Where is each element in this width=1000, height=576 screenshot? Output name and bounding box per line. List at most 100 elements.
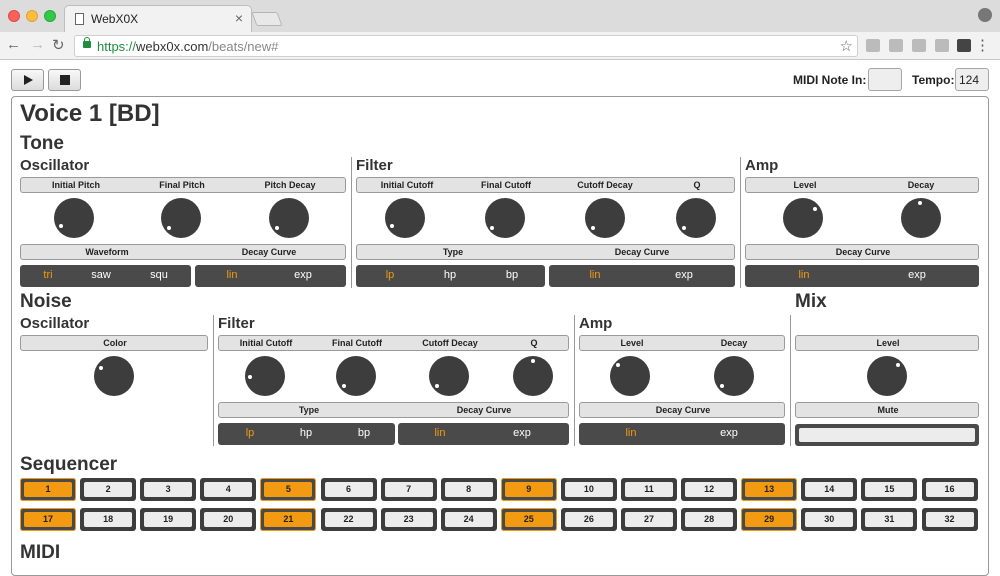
step-button[interactable]: 9 xyxy=(500,478,557,501)
q-knob[interactable] xyxy=(676,198,716,238)
step-button[interactable]: 21 xyxy=(260,508,317,531)
step-button[interactable]: 5 xyxy=(260,478,317,501)
step-button[interactable]: 14 xyxy=(801,478,858,501)
browser-tab[interactable]: WebX0X × xyxy=(64,5,252,32)
final-cutoff-knob[interactable] xyxy=(485,198,525,238)
step-button[interactable]: 24 xyxy=(440,508,497,531)
step-button[interactable]: 2 xyxy=(80,478,137,501)
step-button[interactable]: 15 xyxy=(861,478,918,501)
amp-level-knob[interactable] xyxy=(610,356,650,396)
option-lin[interactable]: lin xyxy=(226,269,237,281)
step-button[interactable]: 19 xyxy=(140,508,197,531)
step-button[interactable]: 22 xyxy=(320,508,377,531)
step-button[interactable]: 30 xyxy=(801,508,858,531)
tempo-input[interactable]: 124 xyxy=(955,68,989,91)
option-lin[interactable]: lin xyxy=(434,427,445,439)
camera-extension-icon[interactable] xyxy=(866,39,880,52)
browser-menu-icon[interactable]: ⋮ xyxy=(975,36,990,54)
option-lin[interactable]: lin xyxy=(625,427,636,439)
step-button[interactable]: 18 xyxy=(80,508,137,531)
cutoff-decay-knob[interactable] xyxy=(429,356,469,396)
option-exp[interactable]: exp xyxy=(675,269,693,281)
final-cutoff-knob[interactable] xyxy=(336,356,376,396)
step-button[interactable]: 32 xyxy=(921,508,978,531)
maximize-window-button[interactable] xyxy=(44,10,56,22)
option-exp[interactable]: exp xyxy=(294,269,312,281)
step-button[interactable]: 12 xyxy=(681,478,738,501)
step-button[interactable]: 8 xyxy=(440,478,497,501)
option-tri[interactable]: tri xyxy=(43,269,52,281)
amp-decay-knob[interactable] xyxy=(901,198,941,238)
filter-type-selector[interactable]: lp hp bp xyxy=(218,423,395,445)
option-hp[interactable]: hp xyxy=(300,427,312,439)
step-button[interactable]: 20 xyxy=(200,508,257,531)
midi-note-in-input[interactable] xyxy=(868,68,902,91)
option-exp[interactable]: exp xyxy=(513,427,531,439)
reload-icon[interactable]: ↻ xyxy=(52,36,65,54)
option-exp[interactable]: exp xyxy=(908,269,926,281)
option-hp[interactable]: hp xyxy=(444,269,456,281)
step-button[interactable]: 6 xyxy=(320,478,377,501)
step-button[interactable]: 11 xyxy=(621,478,677,501)
step-button[interactable]: 1 xyxy=(20,478,76,501)
new-tab-button[interactable] xyxy=(251,12,283,26)
decay-curve-selector[interactable]: lin exp xyxy=(549,265,735,287)
param-label: Level xyxy=(793,180,817,190)
forward-arrow-icon[interactable]: → xyxy=(30,36,45,53)
cutoff-decay-knob[interactable] xyxy=(585,198,625,238)
close-window-button[interactable] xyxy=(8,10,20,22)
step-button[interactable]: 17 xyxy=(20,508,76,531)
option-lp[interactable]: lp xyxy=(246,427,255,439)
step-button[interactable]: 27 xyxy=(621,508,677,531)
step-button[interactable]: 28 xyxy=(681,508,738,531)
filter-type-selector[interactable]: lp hp bp xyxy=(356,265,545,287)
initial-cutoff-knob[interactable] xyxy=(385,198,425,238)
amp-decay-knob[interactable] xyxy=(714,356,754,396)
final-pitch-knob[interactable] xyxy=(161,198,201,238)
mute-toggle[interactable] xyxy=(795,424,979,446)
minimize-window-button[interactable] xyxy=(26,10,38,22)
step-button[interactable]: 23 xyxy=(380,508,437,531)
initial-pitch-knob[interactable] xyxy=(54,198,94,238)
step-button[interactable]: 13 xyxy=(741,478,798,501)
step-button[interactable]: 10 xyxy=(560,478,617,501)
waveform-selector[interactable]: tri saw squ xyxy=(20,265,191,287)
step-button[interactable]: 26 xyxy=(560,508,617,531)
amp-decay-curve-selector[interactable]: lin exp xyxy=(745,265,979,287)
step-button[interactable]: 3 xyxy=(140,478,197,501)
profile-icon[interactable] xyxy=(978,8,992,22)
amp-level-knob[interactable] xyxy=(783,198,823,238)
address-bar[interactable]: https://webx0x.com/beats/new# ☆ xyxy=(74,35,858,57)
bookmark-star-icon[interactable]: ☆ xyxy=(840,37,853,55)
step-button[interactable]: 16 xyxy=(921,478,978,501)
option-saw[interactable]: saw xyxy=(91,269,111,281)
pitch-decay-knob[interactable] xyxy=(269,198,309,238)
option-lin[interactable]: lin xyxy=(798,269,809,281)
step-button[interactable]: 31 xyxy=(861,508,918,531)
stop-button[interactable] xyxy=(48,69,81,91)
step-button[interactable]: 25 xyxy=(500,508,557,531)
decay-curve-selector[interactable]: lin exp xyxy=(398,423,569,445)
amp-decay-curve-selector[interactable]: lin exp xyxy=(579,423,785,445)
step-button[interactable]: 4 xyxy=(200,478,257,501)
option-lp[interactable]: lp xyxy=(386,269,395,281)
step-button[interactable]: 29 xyxy=(741,508,798,531)
back-arrow-icon[interactable]: ← xyxy=(6,36,21,53)
q-knob[interactable] xyxy=(513,356,553,396)
option-exp[interactable]: exp xyxy=(720,427,738,439)
color-knob[interactable] xyxy=(94,356,134,396)
step-button[interactable]: 7 xyxy=(380,478,437,501)
decay-curve-selector[interactable]: lin exp xyxy=(195,265,346,287)
option-squ[interactable]: squ xyxy=(150,269,168,281)
option-lin[interactable]: lin xyxy=(589,269,600,281)
mix-level-knob[interactable] xyxy=(867,356,907,396)
tab-close-icon[interactable]: × xyxy=(235,10,243,26)
dark-extension-icon[interactable] xyxy=(957,39,971,52)
grid-extension-icon[interactable] xyxy=(935,39,949,52)
initial-cutoff-knob[interactable] xyxy=(245,356,285,396)
play-button[interactable] xyxy=(11,69,44,91)
cloud-extension-icon[interactable] xyxy=(912,39,926,52)
screenshot-extension-icon[interactable] xyxy=(889,39,903,52)
option-bp[interactable]: bp xyxy=(358,427,370,439)
option-bp[interactable]: bp xyxy=(506,269,518,281)
